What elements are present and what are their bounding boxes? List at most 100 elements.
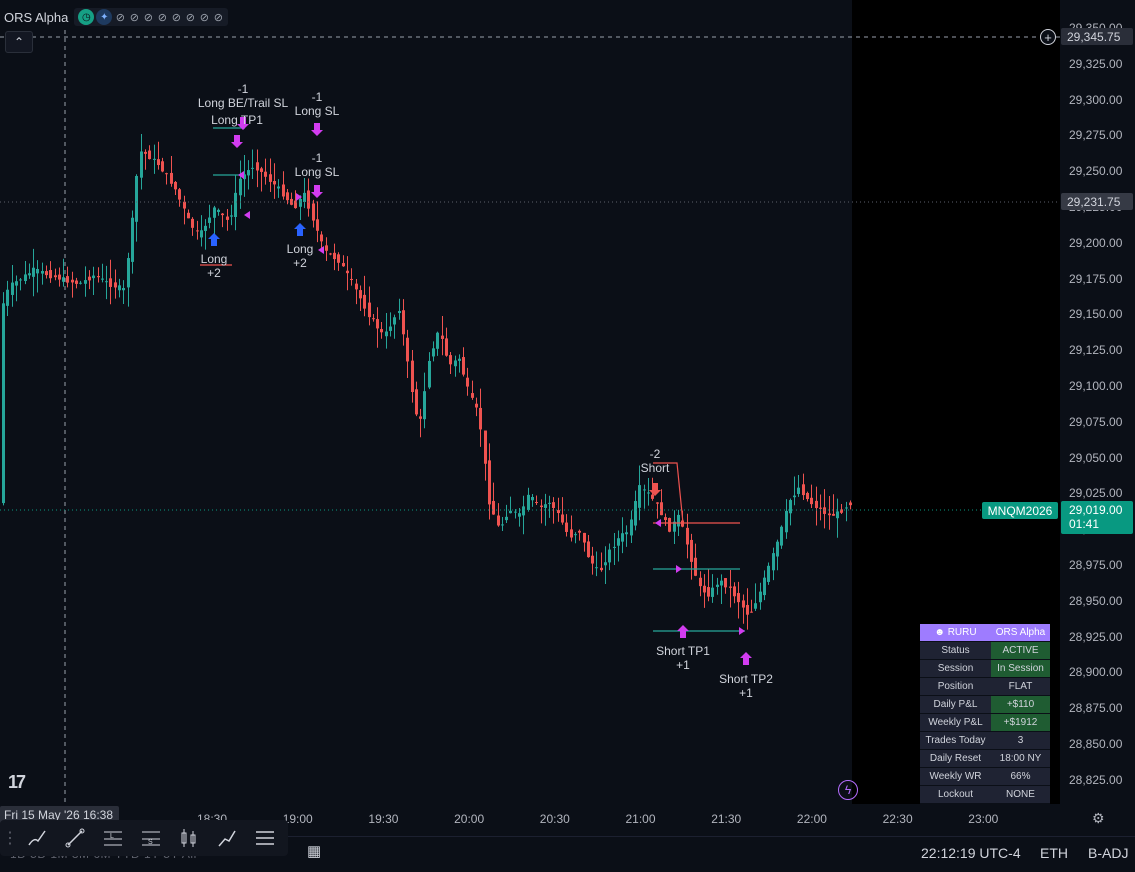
panel-row: Weekly WR 66%	[920, 767, 1050, 786]
candle-body	[187, 212, 190, 219]
panel-row: Status ACTIVE	[920, 641, 1050, 660]
indicator-controls[interactable]: ◷ ✦ ⊘ ⊘ ⊘ ⊘ ⊘ ⊘ ⊘ ⊘	[74, 8, 229, 26]
adjustment-toggle[interactable]: B-ADJ	[1088, 845, 1128, 861]
svg-text:S: S	[148, 839, 153, 846]
candle-body	[307, 190, 310, 209]
eye-off-icon[interactable]: ⊘	[114, 11, 126, 24]
price-tick: 29,075.00	[1069, 414, 1123, 429]
eye-off-icon[interactable]: ⊘	[184, 11, 196, 24]
candle-body	[359, 290, 362, 299]
eye-off-icon[interactable]: ⊘	[156, 11, 168, 24]
trade-label-line: Long	[286, 242, 314, 256]
indicator-title[interactable]: ORS Alpha	[4, 10, 68, 25]
candle-body	[561, 514, 564, 523]
candle-body	[88, 276, 91, 281]
eye-off-icon[interactable]: ⊘	[128, 11, 140, 24]
candle-body	[135, 175, 138, 222]
grip-icon[interactable]: ⋮	[2, 823, 18, 853]
candle-body	[458, 358, 461, 361]
calendar-icon[interactable]: ▦	[307, 842, 327, 862]
candle-body	[140, 151, 143, 178]
candle-body	[178, 189, 181, 200]
line-tool-icon[interactable]	[60, 823, 90, 853]
candle-body	[793, 495, 796, 498]
candle-body	[711, 587, 714, 597]
candle-body	[286, 192, 289, 201]
candle-body	[600, 567, 603, 571]
candle-body	[776, 541, 779, 557]
candle-body	[518, 513, 521, 517]
candle-body	[664, 517, 667, 520]
lightning-icon[interactable]: ϟ	[838, 780, 858, 800]
candle-body	[368, 302, 371, 318]
last-price-value: 29,019.00	[1069, 503, 1123, 517]
candle-body	[36, 268, 39, 274]
eye-off-icon[interactable]: ⊘	[142, 11, 154, 24]
path-tool-icon[interactable]	[212, 823, 242, 853]
eye-off-icon[interactable]: ⊘	[170, 11, 182, 24]
candle-body	[531, 497, 534, 501]
candle-body	[746, 604, 749, 615]
candle-body	[84, 280, 87, 284]
candle-body	[45, 271, 48, 276]
brush-tool-icon[interactable]	[22, 823, 52, 853]
panel-header-user: ☻ RURU	[920, 624, 991, 642]
candle-body	[406, 337, 409, 362]
price-tick: 29,125.00	[1069, 343, 1123, 358]
panel-value: 3	[991, 731, 1050, 750]
candle-body	[196, 230, 199, 232]
time-tick: 19:30	[368, 812, 399, 826]
price-tick: 29,275.00	[1069, 128, 1123, 143]
price-tick: 29,200.00	[1069, 235, 1123, 250]
candle-body	[643, 489, 646, 491]
candle-body	[226, 216, 229, 220]
candle-body	[71, 279, 74, 283]
clock-time[interactable]: 22:12:19 UTC-4	[921, 845, 1021, 861]
candle-body	[570, 529, 573, 538]
session-toggle[interactable]: ETH	[1040, 845, 1068, 861]
sparkle-icon[interactable]: ✦	[96, 9, 113, 25]
candle-body	[849, 502, 852, 506]
trade-label-line: Short TP2	[719, 672, 773, 686]
candle-body	[234, 192, 237, 217]
gear-icon[interactable]: ⚙	[1092, 810, 1105, 827]
tradingview-logo[interactable]: 17	[8, 772, 26, 793]
short-position-icon[interactable]: S	[136, 823, 166, 853]
price-tick: 28,875.00	[1069, 701, 1123, 716]
candle-body	[535, 502, 538, 504]
add-alert-icon[interactable]: +	[1040, 29, 1056, 45]
candle-body	[514, 511, 517, 513]
eye-off-icon[interactable]: ⊘	[198, 11, 210, 24]
candle-body	[574, 534, 577, 536]
candle-body	[122, 288, 125, 291]
candle-body	[454, 360, 457, 367]
panel-value: ACTIVE	[991, 641, 1050, 660]
price-tick: 29,250.00	[1069, 164, 1123, 179]
candle-body	[24, 274, 27, 282]
candle-body	[385, 331, 388, 337]
indicator-header[interactable]: ORS Alpha ◷ ✦ ⊘ ⊘ ⊘ ⊘ ⊘ ⊘ ⊘ ⊘	[4, 8, 229, 26]
panel-value: +$110	[991, 695, 1050, 714]
candle-body	[617, 538, 620, 546]
drawing-toolbar[interactable]: ⋮ L S	[0, 820, 288, 856]
candle-body	[772, 553, 775, 571]
collapse-indicators-button[interactable]: ⌃	[5, 31, 33, 53]
candle-body	[836, 511, 839, 519]
clock-icon[interactable]: ◷	[78, 9, 95, 25]
bar-countdown: 01:41	[1069, 517, 1100, 531]
menu-icon[interactable]	[250, 823, 280, 853]
candle-body	[699, 577, 702, 587]
candle-body	[75, 280, 78, 284]
candle-body	[604, 562, 607, 566]
candle-body	[441, 335, 444, 339]
candle-body	[415, 389, 418, 415]
candle-body	[153, 158, 156, 160]
eye-off-icon[interactable]: ⊘	[212, 11, 224, 24]
long-position-icon[interactable]: L	[98, 823, 128, 853]
candle-body	[389, 326, 392, 331]
chevron-up-icon: ⌃	[13, 35, 25, 49]
symbol-label: MNQM2026	[982, 502, 1058, 519]
candle-body	[479, 407, 482, 430]
candles-icon[interactable]	[174, 823, 204, 853]
candle-body	[647, 492, 650, 494]
